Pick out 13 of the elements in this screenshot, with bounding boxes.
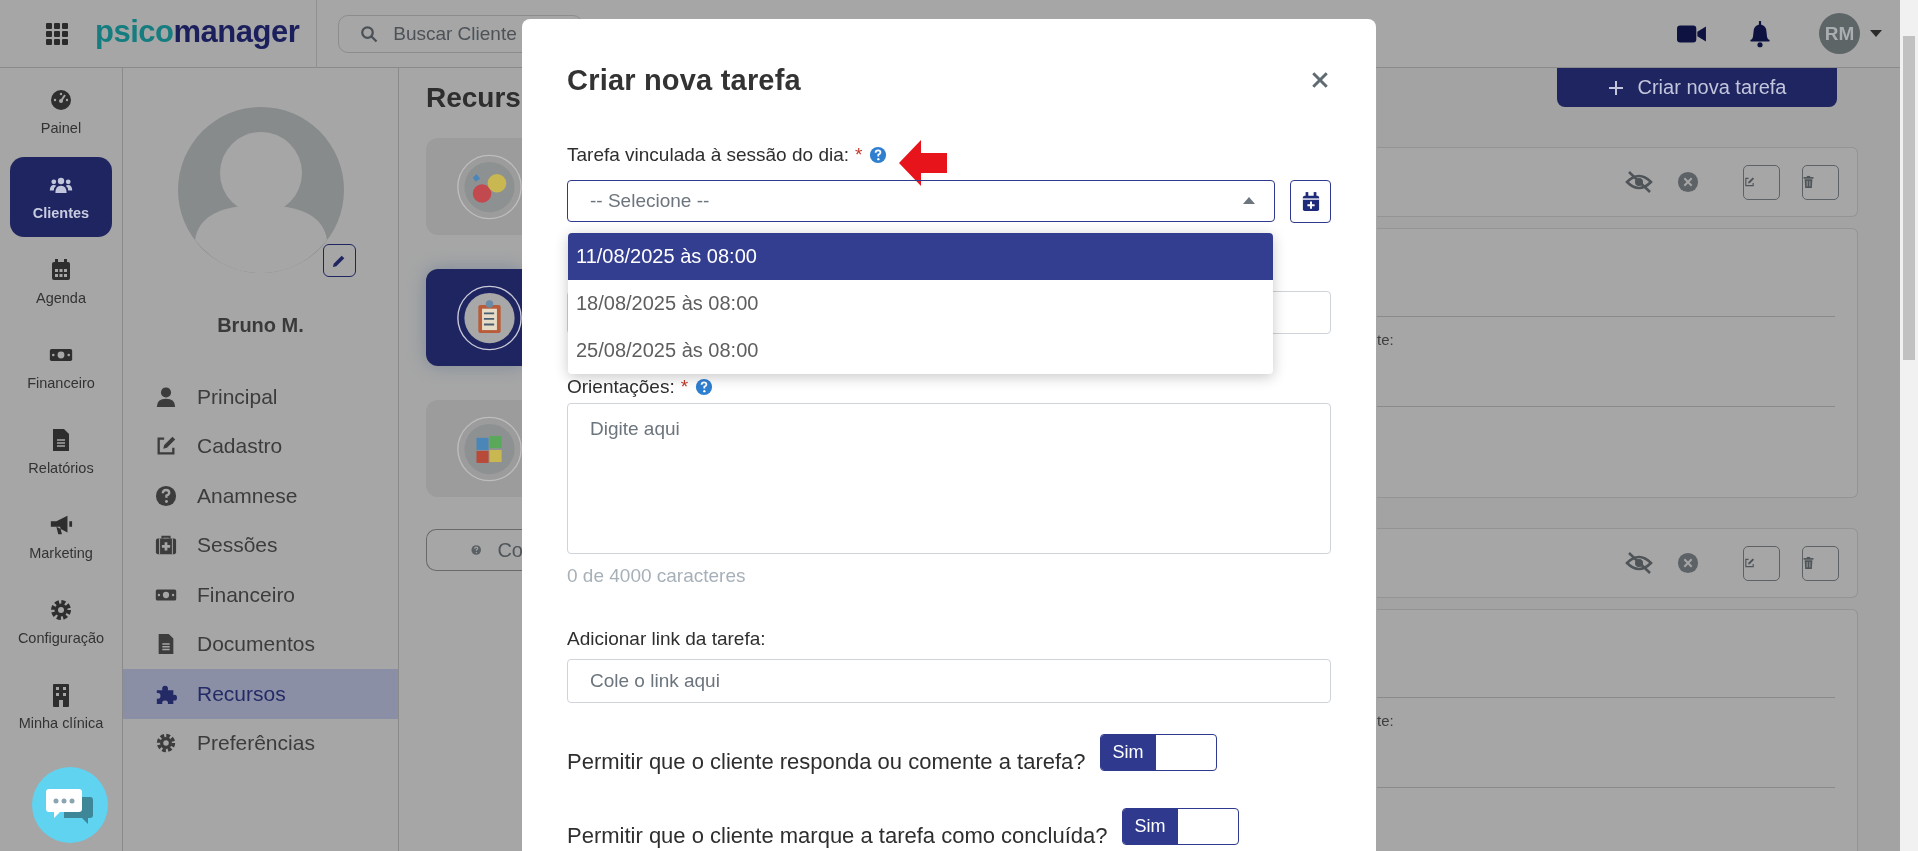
field-label: Orientações: [567,376,675,398]
field-label: Tarefa vinculada à sessão do dia: [567,144,849,166]
character-counter: 0 de 4000 caracteres [567,566,747,586]
modal-title: Criar nova tarefa [567,63,801,97]
field-label: te: [1377,712,1395,730]
required-mark: * [680,376,689,398]
required-mark: * [855,144,863,166]
toggle-label: Permitir que o cliente responda ou comente a tarefa? [567,751,1086,773]
page-title: Recurs [426,81,522,115]
field-label: Adicionar link da tarefa: [567,628,766,650]
field-label: te: [1377,331,1395,349]
client-name: Bruno M. [216,313,305,337]
toggle-label: Permitir que o cliente marque a tarefa como concluída? [567,825,1108,847]
